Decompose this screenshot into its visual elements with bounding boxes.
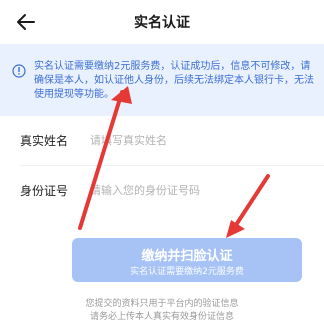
notice-text: 实名认证需要缴纳2元服务费，认证成功后，信息不可修改，请确保是本人，如认证他人身… — [34, 61, 314, 100]
info-circle-icon — [12, 64, 26, 78]
submit-sublabel: 实名认证需要缴纳2元服务费 — [130, 267, 244, 277]
top-bar: 实名认证 — [0, 0, 324, 44]
id-number-input[interactable] — [90, 178, 310, 202]
pay-and-face-verify-button[interactable]: 缴纳并扫脸认证 实名认证需要缴纳2元服务费 — [72, 238, 302, 282]
submit-label: 缴纳并扫脸认证 — [141, 249, 233, 264]
name-row: 真实姓名 — [0, 116, 324, 166]
name-input[interactable] — [90, 128, 310, 152]
notice-banner: 实名认证需要缴纳2元服务费，认证成功后，信息不可修改，请确保是本人，如认证他人身… — [0, 44, 324, 116]
footer-note-1: 您提交的资料只用于平台内的验证信息 — [85, 299, 239, 309]
name-label: 真实姓名 — [20, 134, 69, 148]
page-title: 实名认证 — [134, 15, 190, 31]
footer-note-2: 请务必上传本人真实有效身份证信息 — [89, 312, 234, 322]
id-row: 身份证号 — [0, 166, 324, 216]
id-number-label: 身份证号 — [20, 184, 69, 198]
